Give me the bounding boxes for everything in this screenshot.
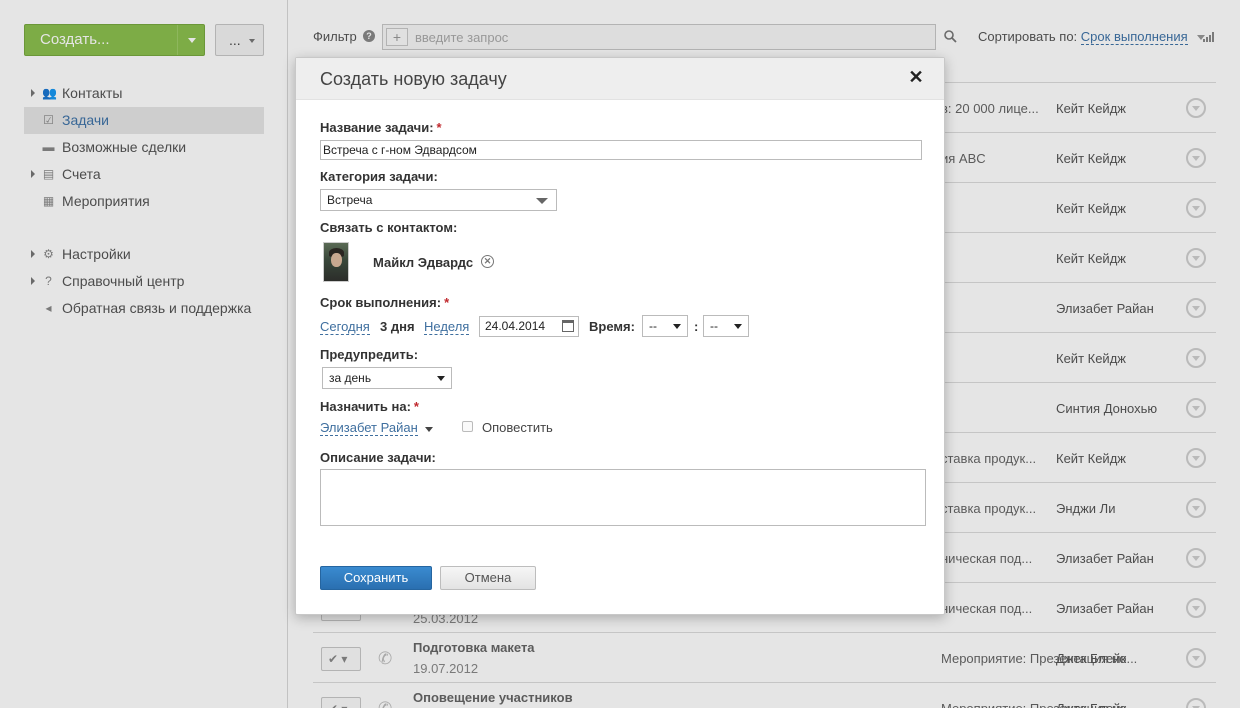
due-label: Срок выполнения: * [320, 295, 449, 310]
required-mark: * [444, 295, 450, 310]
assign-label-text: Назначить на: [320, 399, 411, 414]
assign-label: Назначить на: * [320, 399, 419, 414]
time-minute-select[interactable]: -- [703, 315, 749, 337]
time-label: Время: [589, 319, 635, 334]
cancel-button[interactable]: Отмена [440, 566, 536, 590]
description-textarea[interactable] [320, 469, 926, 526]
chevron-down-icon [536, 198, 548, 204]
due-week-link[interactable]: Неделя [424, 320, 470, 335]
category-value: Встреча [327, 193, 373, 207]
time-minute-value: -- [710, 319, 718, 333]
task-name-input[interactable]: Встреча с г-ном Эдвардсом [320, 140, 922, 160]
time-hour-value: -- [649, 319, 657, 333]
category-select[interactable]: Встреча [320, 189, 557, 211]
description-label: Описание задачи: [320, 450, 436, 465]
time-hour-select[interactable]: -- [642, 315, 688, 337]
required-mark: * [436, 120, 442, 135]
calendar-icon[interactable] [562, 320, 574, 332]
create-task-dialog: Создать новую задачу ✕ Название задачи: *… [295, 57, 945, 615]
due-date-value: 24.04.2014 [485, 319, 546, 333]
notify-label: Оповестить [482, 420, 553, 435]
due-label-text: Срок выполнения: [320, 295, 442, 310]
time-separator: : [694, 319, 699, 334]
task-name-label: Название задачи: * [320, 120, 442, 135]
assignee-link[interactable]: Элизабет Райан [320, 421, 418, 436]
due-3days-option[interactable]: 3 дня [380, 319, 415, 334]
remind-label: Предупредить: [320, 347, 419, 362]
due-date-input[interactable]: 24.04.2014 [479, 316, 579, 337]
chevron-down-icon[interactable] [425, 427, 433, 432]
remove-contact-icon[interactable]: ✕ [481, 255, 494, 268]
dialog-header: Создать новую задачу ✕ [296, 58, 944, 100]
notify-checkbox[interactable] [462, 421, 473, 432]
remind-value: за день [329, 371, 372, 385]
category-label: Категория задачи: [320, 169, 438, 184]
chevron-down-icon [437, 376, 445, 381]
task-name-label-text: Название задачи: [320, 120, 434, 135]
contact-name: Майкл Эдвардс [373, 255, 474, 270]
chevron-down-icon [734, 324, 742, 329]
save-button[interactable]: Сохранить [320, 566, 432, 590]
avatar [323, 242, 349, 282]
remind-select[interactable]: за день [322, 367, 452, 389]
contact-label: Связать с контактом: [320, 220, 458, 235]
close-icon[interactable]: ✕ [908, 68, 924, 86]
required-mark: * [413, 399, 419, 414]
dialog-title: Создать новую задачу [320, 69, 507, 89]
due-today-link[interactable]: Сегодня [320, 320, 370, 335]
chevron-down-icon [673, 324, 681, 329]
